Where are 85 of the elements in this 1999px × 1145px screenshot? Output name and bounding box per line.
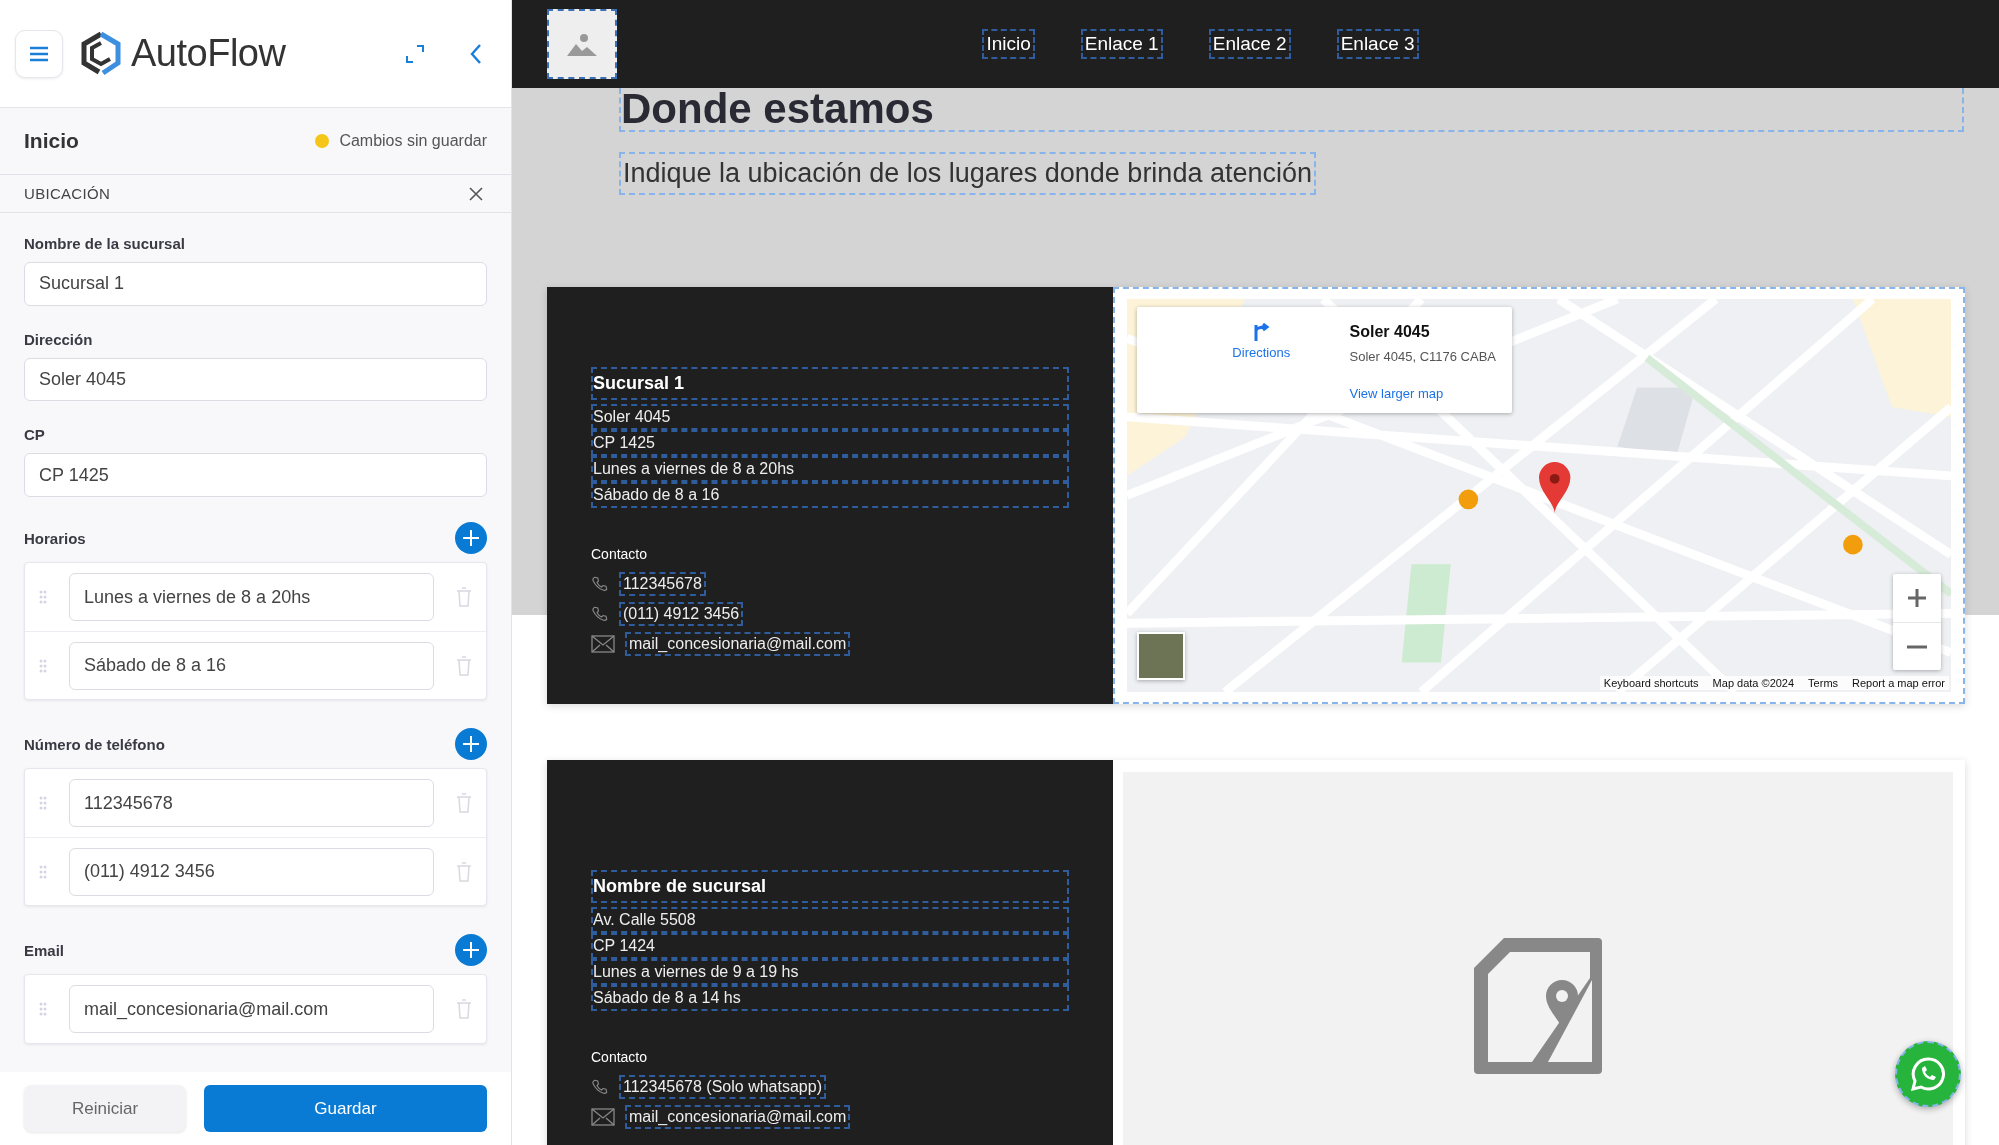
email-text: mail_concesionaria@mail.com [625,1105,851,1129]
list-label: Horarios [24,529,86,547]
map-footer-link[interactable]: Report a map error [1852,677,1945,689]
text-field[interactable]: 112345678 [69,779,434,827]
page-heading: Donde estamos [619,88,1964,132]
place-address: Soler 4045, C1176 CABA [1349,349,1496,364]
drag-handle-icon[interactable] [39,590,47,604]
text-field[interactable]: Lunes a viernes de 8 a 20hs [69,573,434,621]
drag-handle-icon[interactable] [39,796,47,810]
hexagon-logo-icon [79,30,123,77]
map-pin-icon [1474,938,1602,1074]
text-field[interactable]: Sucursal 1 [24,262,487,306]
image-icon [567,32,597,56]
text-field[interactable]: (011) 4912 3456 [69,847,434,896]
trash-icon[interactable] [456,587,472,607]
phone-icon [591,575,609,593]
branch-detail: Lunes a viernes de 8 a 20hs [591,456,1069,482]
map-footer-link[interactable]: Terms [1808,677,1839,689]
branch-detail: Av. Calle 5508 [591,907,1069,933]
map-type-button[interactable] [1137,632,1185,680]
contact-label: Contacto [591,1049,649,1065]
email-text: mail_concesionaria@mail.com [625,632,851,656]
envelope-icon [591,635,615,653]
list-label: Email [24,941,65,959]
nav-link[interactable]: Enlace 2 [1208,29,1291,59]
directions-icon [1252,323,1271,341]
text-field[interactable]: Sábado de 8 a 16 [69,641,434,690]
status-text: Cambios sin guardar [339,132,487,150]
add-button[interactable] [455,728,487,760]
menu-button[interactable] [15,29,63,78]
branch-detail: CP 1424 [591,933,1069,959]
trash-icon[interactable] [456,999,472,1019]
plus-icon [462,735,480,753]
logo-text: AutoFlow [131,32,286,75]
menu-icon [29,45,49,62]
field-label: Dirección [24,330,94,348]
envelope-icon [591,1108,615,1126]
add-button[interactable] [455,934,487,966]
phone-icon [591,1078,609,1096]
chevron-left-icon [469,42,483,65]
branch-name: Nombre de sucursal [591,870,1069,903]
plus-icon [462,941,480,959]
text-field[interactable]: Soler 4045 [24,357,487,402]
text-field[interactable]: mail_concesionaria@mail.com [69,985,434,1033]
phone-icon [591,605,609,623]
section-title: UBICACIÓN [24,185,111,202]
chat-bubble-icon [1910,1056,1946,1092]
nav-link[interactable]: Enlace 1 [1080,29,1163,59]
plus-icon [462,529,480,547]
minus-icon [1907,644,1927,649]
branch-name: Sucursal 1 [591,367,1069,400]
list-label: Número de teléfono [24,735,165,753]
nav-link[interactable]: Inicio [982,29,1035,59]
branch-detail: Lunes a viernes de 9 a 19 hs [591,959,1069,985]
page-subtitle: Indique la ubicación de los lugares donde brinda atención [619,152,1316,195]
phone-text: 112345678 (Solo whatsapp) [619,1075,826,1099]
plus-icon [1907,588,1927,608]
view-larger-map-link[interactable]: View larger map [1349,386,1496,401]
contact-label: Contacto [591,546,649,562]
text-field[interactable]: CP 1425 [24,453,487,497]
close-icon [469,186,483,201]
directions-link[interactable]: Directions [1173,323,1350,401]
map-footer-link[interactable]: Map data ©2024 [1712,677,1795,689]
branch-detail: Sábado de 8 a 16 [591,482,1069,508]
page-title: Inicio [24,129,79,153]
drag-handle-icon[interactable] [39,658,47,673]
save-button[interactable]: Guardar [204,1085,487,1132]
branch-detail: Soler 4045 [591,404,1069,430]
trash-icon[interactable] [456,861,472,882]
drag-handle-icon[interactable] [39,864,47,879]
nav-link[interactable]: Enlace 3 [1336,29,1419,59]
place-name: Soler 4045 [1349,323,1430,340]
expand-icon [405,43,425,64]
trash-icon[interactable] [456,793,472,813]
phone-text: (011) 4912 3456 [619,602,744,626]
branch-detail: Sábado de 8 a 14 hs [591,985,1069,1011]
drag-handle-icon[interactable] [39,1002,47,1016]
add-button[interactable] [455,522,487,554]
reset-button[interactable]: Reiniciar [24,1085,186,1132]
field-label: CP [24,426,46,444]
trash-icon[interactable] [456,655,472,676]
field-label: Nombre de la sucursal [24,235,186,252]
phone-text: 112345678 [619,572,706,596]
map-footer-link[interactable]: Keyboard shortcuts [1603,677,1699,689]
branch-detail: CP 1425 [591,430,1069,456]
